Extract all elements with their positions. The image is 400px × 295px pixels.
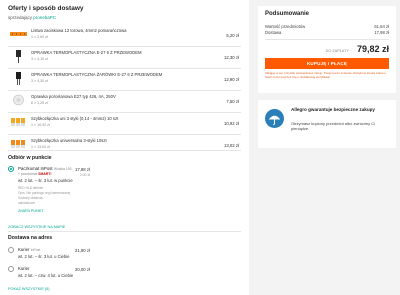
to-pay-value: 79,82 zł bbox=[356, 44, 389, 54]
courier-radio[interactable] bbox=[8, 247, 14, 253]
pickup-price-old: 0,00 zł bbox=[79, 173, 90, 177]
pickup-note: RED HLD alfehler bbox=[18, 186, 44, 190]
connector-thumbnail bbox=[11, 140, 25, 148]
smart-badge: SMART! bbox=[38, 172, 52, 176]
product-name[interactable]: OPRAWKA TERMOPLASTYCZNA ŻARÓWKI E-27 6 Z… bbox=[31, 72, 162, 77]
product-qty: 3 × 4,30 zł bbox=[31, 79, 48, 83]
pickup-title: Odbiór w punkcie bbox=[8, 155, 52, 161]
seller-line: sprzedający pronebaPC bbox=[8, 15, 56, 20]
product-name[interactable]: OPRAWKA TERMOPLASTYCZNA E-27 6 Z PRZEWOD… bbox=[31, 50, 142, 55]
pickup-option-name: Paczkomat InPost bbox=[18, 166, 53, 171]
items-value: 61,84 zł bbox=[374, 24, 389, 29]
items-value-label: Wartość przedmiotów bbox=[265, 24, 306, 29]
product-row[interactable]: Listwa zaciskowa 12 torowa, 4mm2 pomarań… bbox=[8, 25, 241, 46]
porcelain-holder-thumbnail bbox=[13, 94, 24, 106]
product-qty: 1 × 2,60 zł bbox=[31, 35, 48, 39]
show-all-delivery-link[interactable]: POKAŻ WSZYSTKIE (5) bbox=[8, 287, 50, 291]
terms-text: Klikając w ten przycisk potwierdzasz zak… bbox=[265, 71, 387, 79]
terminal-strip-thumbnail bbox=[10, 32, 27, 36]
pickup-sub: + paczkomat bbox=[18, 172, 38, 176]
product-row[interactable]: OPRAWKA TERMOPLASTYCZNA E-27 6 Z PRZEWOD… bbox=[8, 47, 241, 68]
product-qty: 6 × 1,25 zł bbox=[31, 101, 48, 105]
product-name[interactable]: Listwa zaciskowa 12 torowa, 4mm2 pomarań… bbox=[31, 28, 126, 33]
pickup-option[interactable]: Paczkomat InPost Wolska 193 bbox=[18, 166, 72, 171]
offers-panel: Oferty i sposób dostawy sprzedający pron… bbox=[0, 0, 249, 295]
courier-option[interactable]: Kurier bbox=[18, 266, 29, 271]
summary-title: Podsumowanie bbox=[265, 11, 310, 17]
product-qty: 1 × 10,92 zł bbox=[31, 123, 50, 127]
pickup-note: Opis: Nie parkingu regi kamerowanej bbox=[18, 191, 71, 195]
address-title: Dostawa na adres bbox=[8, 235, 53, 241]
product-row[interactable]: Szybkozłączka uni 3 styki (0,14 - 4mm2) … bbox=[8, 113, 241, 134]
connector-thumbnail bbox=[11, 118, 25, 126]
divider bbox=[8, 231, 241, 232]
lampholder-thumbnail bbox=[16, 50, 21, 63]
pickup-time: wt. 2 lut. – śr. 3 lut. w punkcie bbox=[18, 178, 73, 183]
see-all-on-map-link[interactable]: ZOBACZ WSZYSTKIE NA MAPIE bbox=[8, 225, 65, 229]
pickup-option-extra: Wolska 193 bbox=[53, 167, 72, 171]
buy-and-pay-button[interactable]: KUPUJĘ I PŁACĘ bbox=[265, 58, 389, 69]
product-price: 13,02 zł bbox=[223, 143, 239, 148]
product-qty: 1 × 13,02 zł bbox=[31, 145, 50, 149]
courier-name: Kurier bbox=[18, 266, 30, 271]
product-row[interactable]: Szybkozłączka uniwersalna 3-styki 10szt … bbox=[8, 135, 241, 156]
product-price: 10,92 zł bbox=[223, 121, 239, 126]
product-price: 12,30 zł bbox=[223, 55, 239, 60]
product-price: 5,20 zł bbox=[226, 33, 239, 38]
pickup-note: całodobowo bbox=[18, 201, 36, 205]
product-price: 7,50 zł bbox=[226, 99, 239, 104]
seller-prefix: sprzedający bbox=[8, 15, 33, 20]
change-point-link[interactable]: ZMIEŃ PUNKT bbox=[18, 209, 44, 213]
offers-title: Oferty i sposób dostawy bbox=[8, 5, 84, 12]
guarantee-title: Allegro gwarantuje bezpieczne zakupy bbox=[291, 107, 375, 112]
pickup-radio[interactable] bbox=[8, 166, 14, 172]
guarantee-text: Otrzymasz kupiony przedmiot albo zwrócim… bbox=[291, 121, 376, 131]
courier-option[interactable]: Kurier InPost bbox=[18, 247, 40, 252]
product-name[interactable]: Szybkozłączka uniwersalna 3-styki 10szt bbox=[31, 138, 107, 143]
summary-panel: Podsumowanie Wartość przedmiotów 61,84 z… bbox=[258, 6, 396, 93]
pickup-note: Godziny otwarcia: bbox=[18, 196, 44, 200]
umbrella-icon bbox=[265, 109, 284, 128]
product-name[interactable]: Szybkozłączka uni 3 styki (0,14 - 4mm2) … bbox=[31, 116, 118, 121]
product-row[interactable]: OPRAWKA TERMOPLASTYCZNA ŻARÓWKI E-27 6 Z… bbox=[8, 69, 241, 90]
product-name[interactable]: Oprawka porcelanowa E27 typ 426, 4A, 250… bbox=[31, 94, 116, 99]
courier-name: Kurier bbox=[18, 247, 30, 252]
to-pay-label: DO ZAPŁATY bbox=[325, 49, 349, 53]
courier-radio[interactable] bbox=[8, 266, 14, 272]
product-row[interactable]: Oprawka porcelanowa E27 typ 426, 4A, 250… bbox=[8, 91, 241, 112]
pickup-sub-line: + paczkomat SMART! bbox=[18, 172, 51, 176]
courier-price: 20,00 zł bbox=[74, 267, 90, 272]
courier-extra: InPost bbox=[30, 248, 41, 252]
courier-time: wt. 2 lut. – śr. 3 lut. u Ciebie bbox=[18, 254, 70, 259]
product-qty: 3 × 4,10 zł bbox=[31, 57, 48, 61]
lampholder-thumbnail bbox=[16, 72, 21, 85]
divider bbox=[8, 150, 241, 151]
courier-price: 21,90 zł bbox=[74, 248, 90, 253]
courier-time: wt. 2 lut. – czw. 4 lut. u Ciebie bbox=[18, 273, 74, 278]
pickup-price: 17,98 zł bbox=[74, 167, 90, 172]
delivery-label: Dostawa bbox=[265, 30, 282, 35]
product-price: 12,90 zł bbox=[223, 77, 239, 82]
delivery-value: 17,98 zł bbox=[374, 30, 389, 35]
summary-divider bbox=[265, 39, 389, 40]
seller-link[interactable]: pronebaPC bbox=[33, 15, 56, 20]
guarantee-panel: Allegro gwarantuje bezpieczne zakupy Otr… bbox=[258, 100, 396, 148]
